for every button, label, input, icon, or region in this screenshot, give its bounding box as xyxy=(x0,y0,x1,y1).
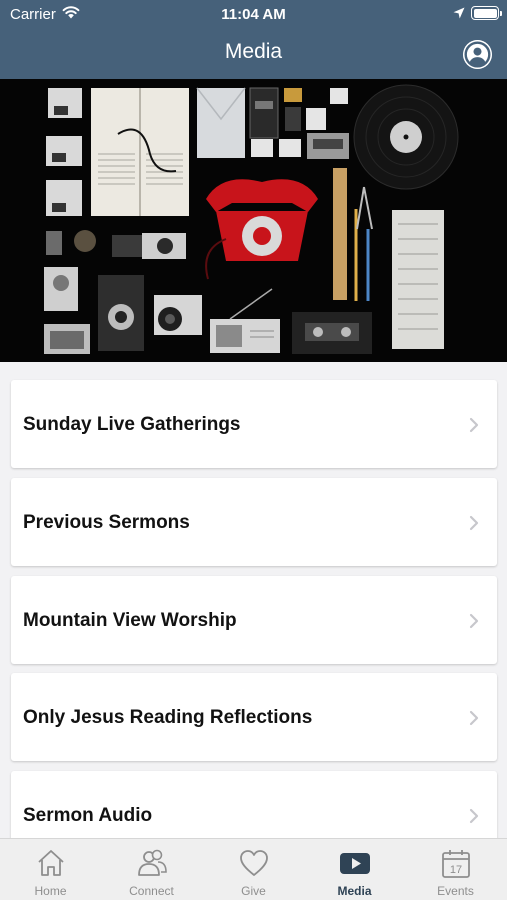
tab-label: Give xyxy=(241,884,266,898)
page-title: Media xyxy=(224,40,283,63)
tab-label: Connect xyxy=(129,884,174,898)
list-item[interactable]: Sunday Live Gatherings xyxy=(11,380,497,468)
tab-label: Events xyxy=(437,884,474,898)
battery-icon xyxy=(471,6,502,20)
chevron-right-icon xyxy=(469,417,479,433)
list-item-label: Mountain View Worship xyxy=(23,610,237,631)
tab-bar: Home Connect Give Media 17 Events xyxy=(0,838,507,900)
heart-icon xyxy=(240,850,268,876)
list-item-label: Sunday Live Gatherings xyxy=(23,414,241,435)
location-arrow-icon xyxy=(453,7,465,19)
list-item[interactable]: Mountain View Worship xyxy=(11,576,497,664)
tab-events[interactable]: 17 Events xyxy=(405,839,506,900)
tab-connect[interactable]: Connect xyxy=(101,839,202,900)
tab-home[interactable]: Home xyxy=(0,839,101,900)
calendar-icon: 17 xyxy=(442,850,470,878)
tab-give[interactable]: Give xyxy=(203,839,304,900)
chevron-right-icon xyxy=(469,710,479,726)
svg-text:17: 17 xyxy=(450,864,462,876)
status-time: 11:04 AM xyxy=(221,6,286,23)
chevron-right-icon xyxy=(469,515,479,531)
list-item[interactable]: Previous Sermons xyxy=(11,478,497,566)
user-avatar-icon xyxy=(463,40,492,69)
tab-media[interactable]: Media xyxy=(304,839,405,900)
home-icon xyxy=(38,850,64,876)
list-item-label: Only Jesus Reading Reflections xyxy=(23,707,313,728)
media-list: Sunday Live Gatherings Previous Sermons … xyxy=(0,362,507,838)
people-icon xyxy=(138,849,167,876)
hero-image xyxy=(0,79,507,362)
status-bar: Carrier 11:04 AM xyxy=(0,0,507,28)
profile-button[interactable] xyxy=(463,40,492,69)
list-item-label: Sermon Audio xyxy=(23,805,153,826)
top-bar: Carrier 11:04 AM Media xyxy=(0,0,507,79)
tab-label: Media xyxy=(337,884,372,898)
chevron-right-icon xyxy=(469,808,479,824)
list-item[interactable]: Only Jesus Reading Reflections xyxy=(11,673,497,761)
chevron-right-icon xyxy=(469,613,479,629)
media-collage-illustration xyxy=(0,79,507,362)
list-item-label: Previous Sermons xyxy=(23,512,190,533)
list-item[interactable]: Sermon Audio xyxy=(11,771,497,838)
tab-label: Home xyxy=(34,884,67,898)
play-icon xyxy=(340,853,370,874)
